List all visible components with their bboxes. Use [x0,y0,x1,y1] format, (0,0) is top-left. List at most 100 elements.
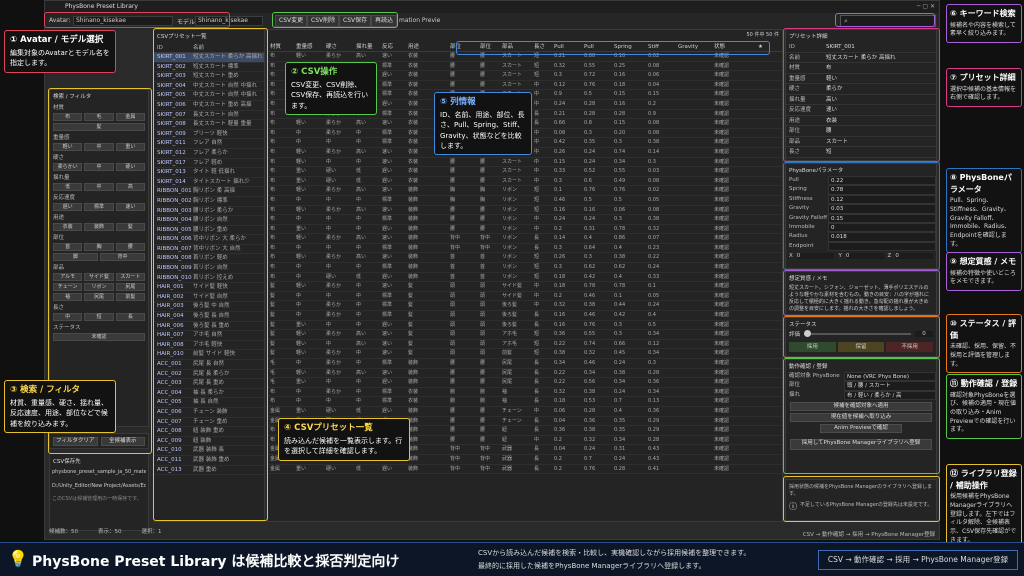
table-cell: 高い [356,148,367,155]
table-cell: 衣装 [408,81,419,88]
table-cell: 軽い [296,158,307,165]
table-cell: 背中 [450,446,461,453]
table-cell: 柔らか [326,331,342,338]
table-row[interactable]: 金属 重い 硬い 低 遅い 装飾 背中 背中 武器 長 0.2 0.76 0.28 0.41 未確認 [268,465,782,475]
table-row[interactable]: 布 中 中 中 標準 装飾 首 首 リボン 短 0.3 0.62 0.62 0.24 未確認 [268,263,782,273]
table-row[interactable]: 布 軽い 柔らか 高い 速い 装飾 胸 胸 リボン 短 0.1 0.76 0.76 0.02 未確認 [268,186,782,196]
table-cell: 0.28 [648,436,660,443]
table-cell: 0.2 [554,465,562,472]
window-controls[interactable]: ─ ▢ ✕ [917,1,935,13]
callout-columns [456,41,770,55]
table-row[interactable]: 布 中 中 中 標準 衣装 腕 腕 袖 長 0.18 0.53 0.7 0.13 未確認 [268,397,782,407]
table-cell: 0.1 [648,283,656,290]
table-row[interactable]: 布 軽い 中 中 速い 衣装 腰 腰 スカート 中 0.15 0.24 0.34 0.3 未確認 [268,158,782,168]
annotation-text: 採用候補をPhysBone Managerライブラリへ登録します。左下ではフィル… [950,493,1017,544]
annotation-text: Pull、Spring、Stiffness、Gravity、Gravity Fa… [950,197,1011,248]
table-cell: 衣装 [408,110,419,117]
table-cell: 布 [270,187,276,194]
table-column-header[interactable]: 硬さ [324,42,354,51]
table-cell: 中 [326,340,332,347]
table-cell: 長 [534,235,540,242]
table-row[interactable]: 髪 中 柔らか 中 標準 髪 頭 頭 後ろ髪 長 0.16 0.46 0.42 0.4 未確認 [268,311,782,321]
table-cell: 中 [356,302,362,309]
table-cell: 遅い [382,72,393,79]
table-cell: 腰 [450,216,456,223]
table-cell: 長 [534,110,540,117]
table-row[interactable]: 布 中 柔らか 中 標準 衣装 腕 腕 袖 長 0.32 0.38 0.24 0.34 未確認 [268,388,782,398]
table-row[interactable]: 布 軽い 柔らか 高い 速い 装飾 背中 背中 リボン 長 0.14 0.4 0.86 0.07 未確認 [268,234,782,244]
table-column-header[interactable]: 重量感 [294,42,324,51]
table-cell: 0.49 [614,177,626,184]
table-cell: 速い [382,283,393,290]
table-cell: 硬い [326,177,337,184]
table-cell: 衣装 [408,388,419,395]
table-cell: 0.3 [584,254,592,261]
table-cell: 標準 [382,360,393,366]
table-cell: 武器 [502,446,513,453]
table-column-header[interactable]: 材質 [268,42,294,51]
table-cell: 未確認 [714,177,730,184]
table-row[interactable]: 髪 軽い 中 高い 速い 髪 頭 頭 アホ毛 短 0.22 0.74 0.66 0.12 未確認 [268,340,782,350]
table-row[interactable]: 金属 重い 硬い 低 遅い 装飾 腰 腰 チェーン 中 0.06 0.28 0.4 0.36 未確認 [268,407,782,417]
table-cell: 中 [356,360,362,366]
table-cell: 装飾 [408,407,419,414]
table-cell: 速い [382,53,393,59]
table-cell: 中 [326,398,332,405]
table-row[interactable]: 布 重い 硬い 低 遅い 衣装 腰 腰 スカート 中 0.33 0.52 0.55 0.03 未確認 [268,167,782,177]
table-cell: 0.2 [648,100,656,107]
table-cell: 0.38 [584,427,596,434]
table-row[interactable]: 髪 軽い 柔らか 中 速い 髪 頭 頭 サイド髪 中 0.18 0.78 0.78 0.1 未確認 [268,282,782,292]
table-cell: 紐 [502,436,508,443]
table-row[interactable]: 毛 中 柔らか 中 標準 装飾 腰 腰 尻尾 長 0.34 0.46 0.24 0.3 未確認 [268,359,782,369]
table-cell: 標準 [382,139,393,146]
table-cell: 0.34 [614,379,626,386]
table-cell: 未確認 [714,110,730,117]
table-cell: 未確認 [714,360,730,366]
table-cell: 柔らか [326,206,342,213]
table-cell: 0.16 [614,72,626,79]
table-cell: 未確認 [714,379,730,386]
table-cell: 短 [534,254,540,261]
table-row[interactable]: 布 軽い 柔らか 高い 速い 装飾 首 首 リボン 短 0.26 0.3 0.38 0.22 未確認 [268,253,782,264]
table-row[interactable]: 布 重い 硬い 低 遅い 衣装 腰 腰 スカート 中 0.3 0.6 0.49 0.08 未確認 [268,177,782,187]
table-cell: 0.4 [614,407,622,414]
annotation-text: 候補名や内容を検索して素早く絞り込みます。 [950,21,1016,38]
table-row[interactable]: 布 中 中 中 標準 装飾 胸 胸 リボン 短 0.46 0.5 0.5 0.05 未確認 [268,196,782,206]
table-cell: 0.15 [554,158,566,165]
table-cell: 未確認 [714,427,730,434]
right-annotation: ⑦ プリセット詳細 選択中候補の基本情報を右側で確認します。 [946,68,1022,107]
table-cell: 硬い [326,168,337,175]
table-cell: 標準 [382,129,393,136]
table-row[interactable]: 布 中 中 中 標準 装飾 腰 腰 リボン 中 0.24 0.24 0.3 0.38 未確認 [268,215,782,225]
table-cell: 0.33 [554,168,566,175]
table-row[interactable]: 髪 重い 中 中 遅い 髪 頭 頭 後ろ髪 長 0.16 0.76 0.3 0.5 未確認 [268,321,782,331]
annotation-num: ⑥ [950,9,957,18]
table-column-header[interactable]: 揺れ量 [354,42,380,51]
table-cell: 0.32 [554,302,566,309]
table-row[interactable]: 布 中 硬い 低 遅い 装飾 首 首 リボン 短 0.18 0.42 0.4 0.33 未確認 [268,273,782,283]
table-cell: 0.35 [584,139,596,146]
table-cell: 柔らか [326,369,342,376]
table-cell: スカート [502,62,523,69]
table-row[interactable]: 布 軽い 柔らか 高い 速い 装飾 腰 腰 リボン 短 0.16 0.16 0.06 0.08 未確認 [268,206,782,216]
table-row[interactable]: 髪 中 柔らか 中 標準 髪 頭 頭 後ろ髪 中 0.32 0.38 0.44 0.24 未確認 [268,301,782,312]
table-cell: 高い [356,340,367,347]
table-row[interactable]: 髪 中 中 中 標準 髪 頭 頭 サイド髪 中 0.2 0.46 0.1 0.05 未確認 [268,292,782,302]
table-row[interactable]: 布 重い 中 中 遅い 装飾 腰 腰 リボン 中 0.2 0.31 0.78 0.32 未確認 [268,225,782,235]
table-row[interactable]: 毛 軽い 柔らか 高い 速い 装飾 腰 腰 尻尾 長 0.22 0.34 0.38 0.28 未確認 [268,369,782,379]
table-row[interactable]: 髪 軽い 柔らか 中 速い 髪 頭 頭 前髪 短 0.38 0.32 0.45 0.34 未確認 [268,349,782,359]
table-cell: 腰 [450,206,456,213]
annotation-text: 未確認、採用、保留、不採用と評価を管理します。 [950,343,1017,368]
table-row[interactable]: 毛 重い 中 中 遅い 装飾 腰 腰 尻尾 長 0.22 0.56 0.34 0.36 未確認 [268,378,782,388]
table-cell: 首 [450,254,456,261]
table-column-header[interactable]: 反応 [380,42,406,51]
table-row[interactable]: 布 中 中 中 標準 装飾 背中 背中 リボン 長 0.3 0.64 0.4 0.23 未確認 [268,244,782,254]
annotation-title: CSV操作 [301,67,338,77]
table-cell: 0.9 [648,110,656,117]
table-cell: 0.16 [554,321,566,328]
table-cell: 中 [296,388,302,395]
table-cell: 背中 [450,455,461,462]
table-row[interactable]: 髪 軽い 柔らか 高い 速い 髪 頭 頭 アホ毛 短 0.36 0.55 0.3 0.34 未確認 [268,330,782,340]
table-column-header[interactable]: 用途 [406,42,436,51]
table-cell: 背中 [480,446,491,453]
